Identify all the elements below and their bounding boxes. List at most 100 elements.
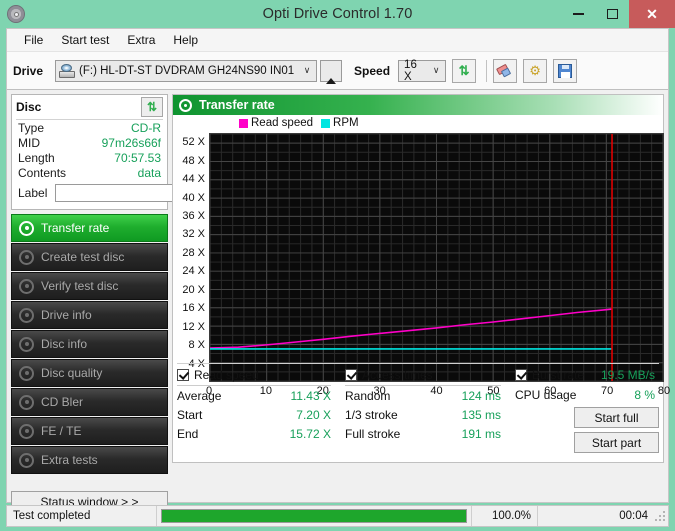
sidebar-item-create-test-disc[interactable]: Create test disc bbox=[11, 243, 168, 271]
drive-select[interactable]: (F:) HL-DT-ST DVDRAM GH24NS90 IN01 ∨ bbox=[55, 60, 317, 82]
disc-icon bbox=[19, 308, 34, 323]
sidebar-item-label: Verify test disc bbox=[41, 279, 118, 293]
access-times-label: Access times bbox=[362, 368, 433, 382]
drive-toolbar: Drive (F:) HL-DT-ST DVDRAM GH24NS90 IN01… bbox=[7, 52, 668, 90]
progress-percent: 100.0% bbox=[472, 506, 538, 526]
disc-icon bbox=[19, 424, 34, 439]
sidebar-item-drive-info[interactable]: Drive info bbox=[11, 301, 168, 329]
content-panel: Transfer rate Read speed RPM 4 X8 X12 X1… bbox=[172, 94, 664, 463]
menu-item-help[interactable]: Help bbox=[164, 31, 207, 49]
speed-select[interactable]: 16 X ∨ bbox=[398, 60, 446, 82]
sidebar-item-cd-bler[interactable]: CD Bler bbox=[11, 388, 168, 416]
start-full-button[interactable]: Start full bbox=[574, 407, 659, 428]
sidebar-item-disc-quality[interactable]: Disc quality bbox=[11, 359, 168, 387]
stat-key: Full stroke bbox=[345, 427, 400, 441]
disc-row-contents: Contents data bbox=[16, 165, 163, 180]
sidebar-item-label: Disc quality bbox=[41, 366, 102, 380]
stat-end: End 15.72 X bbox=[177, 427, 331, 441]
sidebar-item-disc-info[interactable]: Disc info bbox=[11, 330, 168, 358]
main-split: Disc ⇅ Type CD-R MID 97m26s66f Length 70… bbox=[7, 90, 668, 463]
read-speed-checkbox-row[interactable]: Read speed bbox=[177, 368, 331, 386]
chart-plot[interactable] bbox=[209, 133, 664, 382]
speed-select-value: 16 X bbox=[404, 59, 427, 83]
menu-item-file[interactable]: File bbox=[15, 31, 52, 49]
stat-value: 124 ms bbox=[462, 389, 501, 403]
sidebar-item-fe-te[interactable]: FE / TE bbox=[11, 417, 168, 445]
plug-icon: ⚙ bbox=[529, 64, 541, 77]
read-speed-label: Read speed bbox=[194, 368, 259, 382]
access-times-checkbox[interactable] bbox=[345, 369, 357, 381]
results-access-times: Access times Random 124 ms 1/3 stroke 13… bbox=[345, 368, 515, 460]
window-title: Opti Drive Control 1.70 bbox=[0, 6, 675, 22]
disc-icon bbox=[19, 337, 34, 352]
sidebar-item-label: Drive info bbox=[41, 308, 92, 322]
sidebar: Disc ⇅ Type CD-R MID 97m26s66f Length 70… bbox=[7, 90, 172, 463]
read-speed-checkbox[interactable] bbox=[177, 369, 189, 381]
stat-start: Start 7.20 X bbox=[177, 408, 331, 422]
stat-key: CPU usage bbox=[515, 388, 576, 402]
disc-icon bbox=[19, 453, 34, 468]
disc-icon bbox=[19, 279, 34, 294]
sidebar-item-verify-test-disc[interactable]: Verify test disc bbox=[11, 272, 168, 300]
disc-length-value: 70:57.53 bbox=[114, 151, 161, 165]
sidebar-item-extra-tests[interactable]: Extra tests bbox=[11, 446, 168, 474]
burst-rate-checkbox-row[interactable]: Burst rate 19.5 MB/s bbox=[515, 368, 655, 385]
eraser-icon bbox=[497, 65, 513, 77]
y-axis-tick-label: 28 X bbox=[182, 247, 205, 259]
drive-select-value: (F:) HL-DT-ST DVDRAM GH24NS90 IN01 bbox=[79, 65, 294, 77]
disc-refresh-button[interactable]: ⇅ bbox=[141, 97, 163, 117]
status-message: Test completed bbox=[7, 506, 157, 526]
results-burst: Burst rate 19.5 MB/s CPU usage 8 % Start… bbox=[515, 368, 659, 460]
sidebar-item-label: Extra tests bbox=[41, 453, 98, 467]
stat-value: 15.72 X bbox=[290, 427, 331, 441]
disc-info-panel: Disc ⇅ Type CD-R MID 97m26s66f Length 70… bbox=[11, 94, 168, 210]
burst-rate-value: 19.5 MB/s bbox=[601, 368, 655, 382]
save-floppy-icon bbox=[558, 64, 572, 78]
disc-icon bbox=[19, 221, 34, 236]
burst-rate-checkbox[interactable] bbox=[515, 369, 527, 381]
legend-item-read-speed: Read speed bbox=[239, 117, 313, 129]
sidebar-nav: Transfer rate Create test disc Verify te… bbox=[11, 214, 168, 474]
legend-swatch bbox=[321, 119, 330, 128]
menu-item-start-test[interactable]: Start test bbox=[52, 31, 118, 49]
y-axis-tick-label: 44 X bbox=[182, 173, 205, 185]
results-panel: Read speed Average 11.43 X Start 7.20 X … bbox=[177, 363, 659, 460]
resize-grip-icon[interactable] bbox=[654, 510, 666, 522]
menu-item-extra[interactable]: Extra bbox=[118, 31, 164, 49]
menu-bar: File Start test Extra Help bbox=[7, 29, 668, 52]
save-button[interactable] bbox=[553, 59, 577, 83]
stat-cpu-usage: CPU usage 8 % bbox=[515, 388, 655, 402]
app-window: Opti Drive Control 1.70 ✕ File Start tes… bbox=[0, 0, 675, 531]
disc-icon bbox=[19, 366, 34, 381]
chevron-down-icon: ∨ bbox=[427, 65, 445, 76]
status-bar: Test completed 100.0% 00:04 bbox=[6, 505, 669, 527]
stat-full-stroke: Full stroke 191 ms bbox=[345, 427, 501, 441]
disc-row-type: Type CD-R bbox=[16, 120, 163, 135]
eject-icon bbox=[326, 64, 337, 78]
content-header-title: Transfer rate bbox=[199, 98, 275, 112]
sidebar-item-label: Transfer rate bbox=[41, 221, 109, 235]
refresh-button[interactable]: ⇅ bbox=[452, 59, 476, 83]
stat-key: Random bbox=[345, 389, 390, 403]
progress-container bbox=[157, 506, 472, 526]
speed-label: Speed bbox=[354, 64, 390, 78]
stat-value: 11.43 X bbox=[291, 389, 331, 403]
settings-button[interactable]: ⚙ bbox=[523, 59, 547, 83]
chart-legend: Read speed RPM bbox=[173, 115, 663, 131]
stat-value: 7.20 X bbox=[296, 408, 331, 422]
legend-label: Read speed bbox=[251, 117, 313, 129]
start-part-button[interactable]: Start part bbox=[574, 432, 659, 453]
client-area: File Start test Extra Help Drive (F:) HL… bbox=[6, 28, 669, 503]
y-axis-tick-label: 8 X bbox=[188, 339, 205, 351]
access-times-checkbox-row[interactable]: Access times bbox=[345, 368, 501, 386]
erase-button[interactable] bbox=[493, 59, 517, 83]
disc-contents-key: Contents bbox=[18, 166, 66, 180]
sidebar-item-label: FE / TE bbox=[41, 424, 81, 438]
sidebar-item-transfer-rate[interactable]: Transfer rate bbox=[11, 214, 168, 242]
progress-bar bbox=[161, 509, 467, 523]
drive-label: Drive bbox=[13, 64, 43, 78]
stat-value: 8 % bbox=[634, 388, 655, 402]
y-axis-labels: 4 X8 X12 X16 X20 X24 X28 X32 X36 X40 X44… bbox=[173, 133, 207, 382]
disc-panel-title: Disc bbox=[16, 100, 41, 114]
eject-button[interactable] bbox=[320, 60, 342, 82]
